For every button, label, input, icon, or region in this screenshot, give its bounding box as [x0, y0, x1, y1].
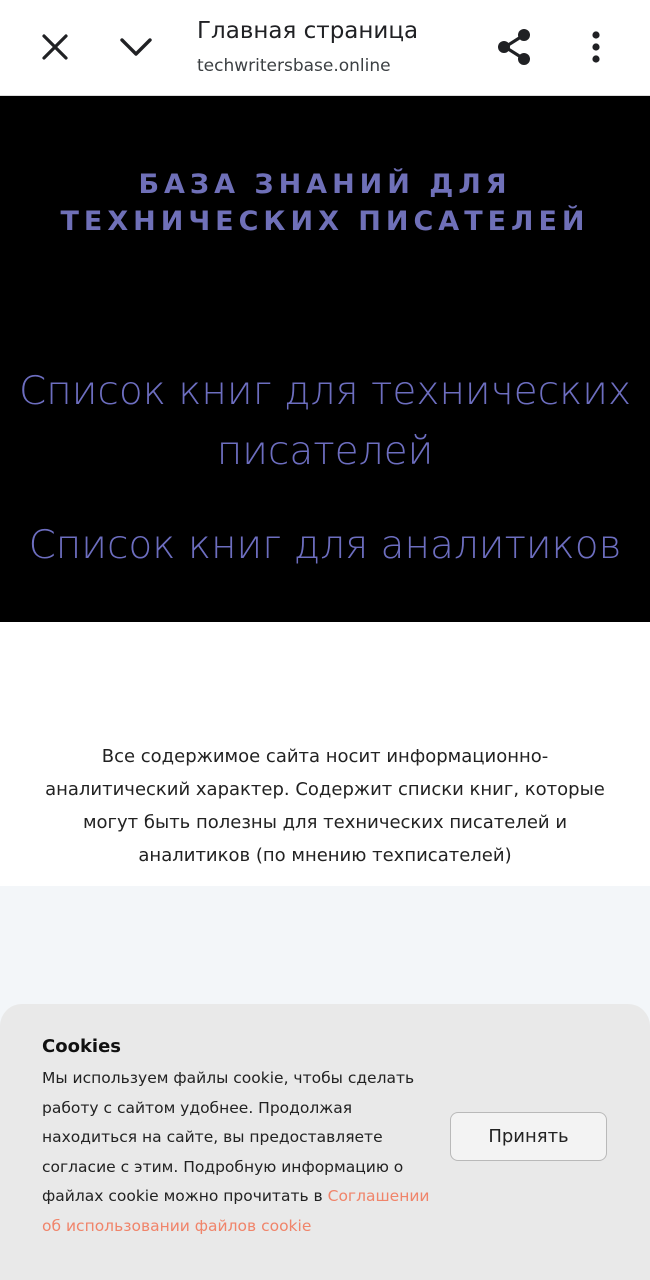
cookie-policy-link-continued[interactable]: об использовании файлов cookie — [42, 1217, 311, 1235]
description-line: аналитиков (по мнению техписателей) — [138, 845, 512, 866]
minimize-button[interactable] — [112, 23, 160, 71]
accept-cookies-button[interactable]: Принять — [450, 1112, 607, 1161]
page: Главная страница techwritersbase.online … — [0, 0, 650, 1280]
tech-writers-link-line-2: писателей — [216, 429, 434, 474]
cookie-policy-link[interactable]: Соглашении — [328, 1187, 430, 1205]
browser-toolbar: Главная страница techwritersbase.online — [0, 0, 650, 96]
site-name-line-2: ТЕХНИЧЕСКИХ ПИСАТЕЛЕЙ — [60, 206, 590, 237]
hero-section: БАЗА ЗНАНИЙ ДЛЯ ТЕХНИЧЕСКИХ ПИСАТЕЛЕЙ Сп… — [0, 96, 650, 622]
cookie-banner: Cookies Мы используем файлы cookie, чтоб… — [0, 1004, 650, 1280]
cookie-text-line: файлах cookie можно прочитать в Соглашен… — [42, 1182, 442, 1212]
site-name[interactable]: БАЗА ЗНАНИЙ ДЛЯ ТЕХНИЧЕСКИХ ПИСАТЕЛЕЙ — [0, 166, 650, 240]
tech-writers-books-link[interactable]: Список книг для технических писателей — [0, 362, 650, 482]
cookie-text-line: согласие с этим. Подробную информацию о — [42, 1157, 404, 1176]
close-button[interactable] — [31, 23, 79, 71]
description-line: Все содержимое сайта носит информационно… — [101, 746, 549, 767]
site-name-line-1: БАЗА ЗНАНИЙ ДЛЯ — [138, 169, 512, 200]
share-button[interactable] — [490, 23, 538, 71]
chevron-down-icon — [120, 38, 152, 56]
description-line: могут быть полезны для технических писат… — [82, 812, 568, 833]
page-title: Главная страница — [197, 18, 419, 44]
more-menu-button[interactable] — [572, 23, 620, 71]
cookie-text-line: работу с сайтом удобнее. Продолжая — [42, 1098, 353, 1117]
cookie-banner-title: Cookies — [42, 1036, 122, 1057]
cookie-text-line: об использовании файлов cookie — [42, 1212, 442, 1242]
share-icon — [498, 29, 530, 65]
close-icon — [42, 34, 68, 60]
site-description: Все содержимое сайта носит информационно… — [30, 740, 620, 872]
page-url[interactable]: techwritersbase.online — [197, 56, 391, 76]
more-vert-icon — [592, 31, 600, 63]
cookie-text-fragment: файлах cookie можно прочитать в — [42, 1187, 328, 1205]
analysts-books-link[interactable]: Список книг для аналитиков — [0, 516, 650, 576]
cookie-banner-text: Мы используем файлы cookie, чтобы сделат… — [42, 1064, 442, 1241]
cookie-text-line: находиться на сайте, вы предоставляете — [42, 1128, 383, 1146]
cookie-text-line: Мы используем файлы cookie, чтобы сделат… — [42, 1069, 415, 1087]
tech-writers-link-line-1: Список книг для технических — [18, 369, 632, 414]
description-line: аналитический характер. Содержит списки … — [45, 779, 605, 800]
